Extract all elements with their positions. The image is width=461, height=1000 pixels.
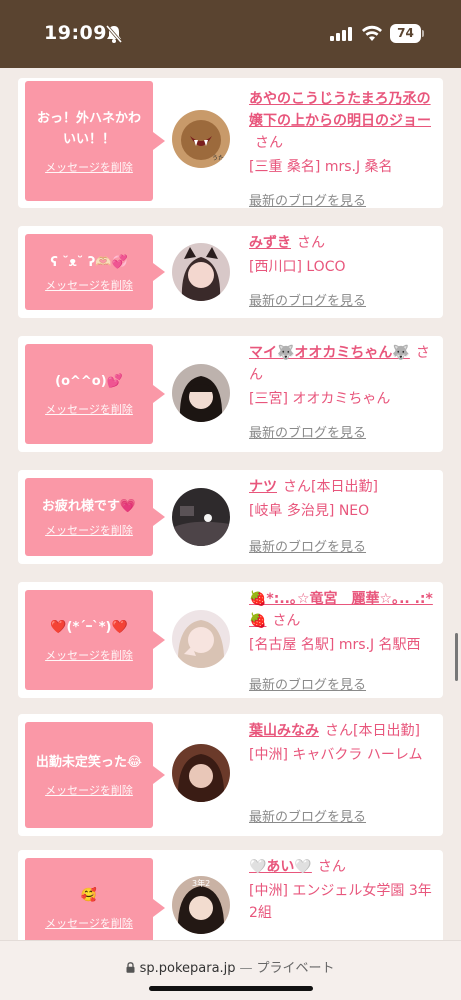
shop-info: [西川口] LOCO bbox=[249, 259, 346, 275]
url-text[interactable]: sp.pokepara.jp bbox=[140, 961, 236, 976]
message-text: 🥰 bbox=[80, 888, 98, 903]
message-bubble: (o^^o)💕 メッセージを削除 bbox=[25, 344, 165, 444]
home-indicator[interactable] bbox=[149, 986, 313, 991]
message-bubble: 🥰 メッセージを削除 bbox=[25, 858, 165, 940]
avatar[interactable] bbox=[172, 744, 230, 802]
message-card: 🥰 メッセージを削除 3年2 🤍あい🤍 さん [中洲] エンジェル女学園 3年2組 bbox=[18, 850, 443, 940]
delete-message-link[interactable]: メッセージを削除 bbox=[45, 647, 133, 663]
message-card: (o^^o)💕 メッセージを削除 マイ🐺オオカミちゃん🐺 さん [三宮] オオカミ… bbox=[18, 336, 443, 452]
message-text: お疲れ様です💗 bbox=[41, 499, 137, 514]
girl-name-link[interactable]: 🤍あい🤍 bbox=[249, 859, 312, 875]
delete-message-link[interactable]: メッセージを削除 bbox=[45, 915, 133, 931]
bell-muted-icon bbox=[105, 24, 123, 48]
delete-message-link[interactable]: メッセージを削除 bbox=[45, 159, 133, 175]
message-bubble: ʕ ˘ᴥ˘ ʔ🫶🏻💞 メッセージを削除 bbox=[25, 234, 165, 310]
girl-info: 葉山みなみ さん[本日出勤] [中洲] キャバクラ ハーレム 最新のブログを見る bbox=[249, 720, 439, 825]
girl-info: 🤍あい🤍 さん [中洲] エンジェル女学園 3年2組 bbox=[249, 856, 439, 924]
latest-blog-link[interactable]: 最新のブログを見る bbox=[249, 674, 366, 693]
girl-name-link[interactable]: 葉山みなみ bbox=[249, 723, 319, 739]
message-bubble: ❤️(*´ｰ`*)❤️ メッセージを削除 bbox=[25, 590, 165, 690]
message-text: ❤️(*´ｰ`*)❤️ bbox=[50, 620, 128, 635]
delete-message-link[interactable]: メッセージを削除 bbox=[45, 782, 133, 798]
avatar[interactable] bbox=[172, 243, 230, 301]
wifi-icon bbox=[362, 25, 382, 45]
message-card: お疲れ様です💗 メッセージを削除 ナツ さん[本日出勤] [岐阜 多治見] NEO… bbox=[18, 470, 443, 564]
avatar[interactable] bbox=[172, 364, 230, 422]
girl-info: 🍓*:..｡☆竜宮 麗華☆｡.. .:*🍓 さん [名古屋 名駅] mrs.J 名… bbox=[249, 588, 439, 693]
shop-info: [三宮] オオカミちゃん bbox=[249, 391, 391, 407]
latest-blog-link[interactable]: 最新のブログを見る bbox=[249, 806, 366, 825]
message-card: ❤️(*´ｰ`*)❤️ メッセージを削除 🍓*:..｡☆竜宮 麗華☆｡.. .:… bbox=[18, 582, 443, 698]
message-card: おっ！外ハネかわいい！！ メッセージを削除 うたま あやのこうじうたまろ乃氶の嬢… bbox=[18, 78, 443, 209]
status-bar: 19:09 74 bbox=[0, 0, 461, 68]
avatar[interactable] bbox=[172, 610, 230, 668]
work-status: [本日出勤] bbox=[353, 723, 420, 739]
latest-blog-link[interactable]: 最新のブログを見る bbox=[249, 290, 366, 309]
message-text: (o^^o)💕 bbox=[55, 374, 123, 389]
message-text: おっ！外ハネかわいい！！ bbox=[36, 110, 141, 147]
message-bubble: おっ！外ハネかわいい！！ メッセージを削除 bbox=[25, 81, 165, 201]
browser-url-bar[interactable]: sp.pokepara.jp — プライベート bbox=[0, 940, 461, 1000]
private-browsing-label: プライベート bbox=[256, 961, 335, 976]
latest-blog-link[interactable]: 最新のブログを見る bbox=[249, 190, 366, 209]
shop-info: [三重 桑名] mrs.J 桑名 bbox=[249, 159, 393, 175]
battery-level: 74 bbox=[390, 24, 421, 43]
girl-info: あやのこうじうたまろ乃氶の嬢下の上からの明日のジョーさん [三重 桑名] mrs… bbox=[249, 88, 439, 209]
delete-message-link[interactable]: メッセージを削除 bbox=[45, 522, 133, 538]
girl-info: ナツ さん[本日出勤] [岐阜 多治見] NEO 最新のブログを見る bbox=[249, 476, 439, 555]
svg-text:3年2: 3年2 bbox=[192, 878, 210, 888]
honorific: さん bbox=[283, 479, 311, 495]
message-card: ʕ ˘ᴥ˘ ʔ🫶🏻💞 メッセージを削除 みずき さん [西川口] LOCO 最新の… bbox=[18, 226, 443, 318]
honorific: さん bbox=[255, 135, 283, 151]
girl-info: マイ🐺オオカミちゃん🐺 さん [三宮] オオカミちゃん 最新のブログを見る bbox=[249, 342, 439, 441]
girl-info: みずき さん [西川口] LOCO 最新のブログを見る bbox=[249, 232, 439, 309]
shop-info: [名古屋 名駅] mrs.J 名駅西 bbox=[249, 637, 421, 653]
avatar[interactable]: 3年2 bbox=[172, 876, 230, 934]
message-card: 出勤未定笑った😂 メッセージを削除 葉山みなみ さん[本日出勤] [中洲] キャバ… bbox=[18, 714, 443, 836]
work-status: [本日出勤] bbox=[311, 479, 378, 495]
scroll-indicator[interactable] bbox=[455, 633, 458, 681]
svg-text:うたま: うたま bbox=[212, 155, 230, 162]
avatar[interactable]: うたま bbox=[172, 110, 230, 168]
honorific: さん bbox=[297, 235, 325, 251]
avatar[interactable] bbox=[172, 488, 230, 546]
latest-blog-link[interactable]: 最新のブログを見る bbox=[249, 422, 366, 441]
message-bubble: お疲れ様です💗 メッセージを削除 bbox=[25, 478, 165, 556]
cellular-signal-icon bbox=[330, 26, 352, 45]
latest-blog-link[interactable]: 最新のブログを見る bbox=[249, 536, 366, 555]
message-list[interactable]: おっ！外ハネかわいい！！ メッセージを削除 うたま あやのこうじうたまろ乃氶の嬢… bbox=[0, 68, 461, 940]
message-bubble: 出勤未定笑った😂 メッセージを削除 bbox=[25, 722, 165, 828]
honorific: さん bbox=[272, 613, 301, 629]
battery-icon: 74 bbox=[390, 24, 424, 43]
girl-name-link[interactable]: ナツ bbox=[249, 479, 277, 495]
girl-name-link[interactable]: あやのこうじうたまろ乃氶の嬢下の上からの明日のジョー bbox=[249, 91, 431, 129]
girl-name-link[interactable]: マイ🐺オオカミちゃん🐺 bbox=[249, 345, 410, 361]
delete-message-link[interactable]: メッセージを削除 bbox=[45, 401, 133, 417]
message-text: 出勤未定笑った😂 bbox=[35, 755, 143, 770]
lock-icon bbox=[126, 961, 139, 976]
honorific: さん bbox=[317, 859, 346, 875]
honorific: さん bbox=[325, 723, 353, 739]
message-text: ʕ ˘ᴥ˘ ʔ🫶🏻💞 bbox=[50, 254, 128, 270]
shop-info: [岐阜 多治見] NEO bbox=[249, 503, 370, 519]
delete-message-link[interactable]: メッセージを削除 bbox=[45, 277, 133, 293]
status-time: 19:09 bbox=[44, 22, 107, 44]
girl-name-link[interactable]: みずき bbox=[249, 235, 291, 251]
shop-info: [中洲] キャバクラ ハーレム bbox=[249, 747, 423, 763]
shop-info: [中洲] エンジェル女学園 3年2組 bbox=[249, 883, 432, 921]
